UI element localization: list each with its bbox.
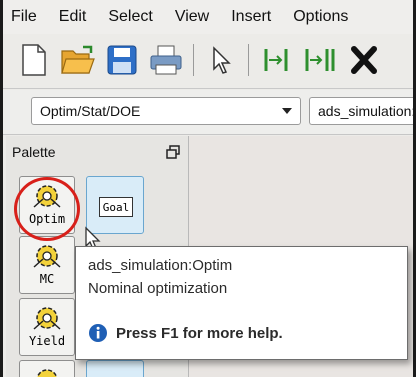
selector-bar: Optim/Stat/DOE ads_simulation:: [3, 90, 413, 134]
menu-view[interactable]: View: [175, 8, 209, 26]
menu-edit[interactable]: Edit: [59, 8, 87, 26]
palette-item-label: MC: [39, 272, 55, 286]
library-combo[interactable]: Optim/Stat/DOE: [31, 97, 301, 125]
toolbar: [3, 36, 413, 84]
highlight-ring: [14, 177, 80, 241]
info-icon: [89, 324, 107, 342]
chevron-down-icon[interactable]: [282, 108, 292, 114]
tooltip-help-text: Press F1 for more help.: [116, 324, 283, 342]
dock-restore-icon[interactable]: [166, 145, 180, 159]
gear-icon: [36, 369, 58, 377]
yield-gear-icon: [33, 307, 61, 330]
component-combo[interactable]: ads_simulation:: [309, 97, 416, 125]
tooltip-description: Nominal optimization: [88, 280, 228, 297]
tooltip-help-row: Press F1 for more help.: [88, 323, 283, 343]
toolbar-divider: [3, 88, 413, 89]
selector-divider: [3, 134, 413, 135]
new-file-icon[interactable]: [17, 43, 51, 77]
menu-options[interactable]: Options: [293, 8, 348, 26]
palette-title: Palette: [12, 144, 56, 160]
library-combo-value: Optim/Stat/DOE: [40, 103, 141, 119]
palette-item-label: Yield: [28, 334, 66, 348]
insert-wire-icon[interactable]: [259, 43, 293, 77]
toolbar-separator: [248, 44, 249, 76]
menu-bar: File Edit Select View Insert Options: [3, 0, 413, 34]
palette-item-partial[interactable]: [19, 360, 75, 377]
save-icon[interactable]: [105, 43, 139, 77]
insert-bus-icon[interactable]: [303, 43, 337, 77]
tooltip: ads_simulation:Optim Nominal optimizatio…: [75, 246, 408, 360]
menu-select[interactable]: Select: [108, 8, 152, 26]
pointer-icon[interactable]: [204, 43, 238, 77]
tooltip-title: ads_simulation:Optim: [88, 257, 233, 274]
palette-item-yield[interactable]: Yield: [19, 298, 75, 356]
menu-insert[interactable]: Insert: [231, 8, 271, 26]
goal-icon: Goal: [99, 197, 133, 217]
print-icon[interactable]: [149, 43, 183, 77]
palette-item-label: Goal: [102, 200, 130, 214]
toolbar-separator: [193, 44, 194, 76]
open-folder-icon[interactable]: [61, 43, 95, 77]
mc-gear-icon: [33, 245, 61, 268]
menu-file[interactable]: File: [11, 8, 37, 26]
component-combo-value: ads_simulation:: [318, 103, 416, 119]
palette-item-mc[interactable]: MC: [19, 236, 75, 294]
delete-icon[interactable]: [347, 43, 381, 77]
palette-item-partial[interactable]: [86, 360, 144, 377]
